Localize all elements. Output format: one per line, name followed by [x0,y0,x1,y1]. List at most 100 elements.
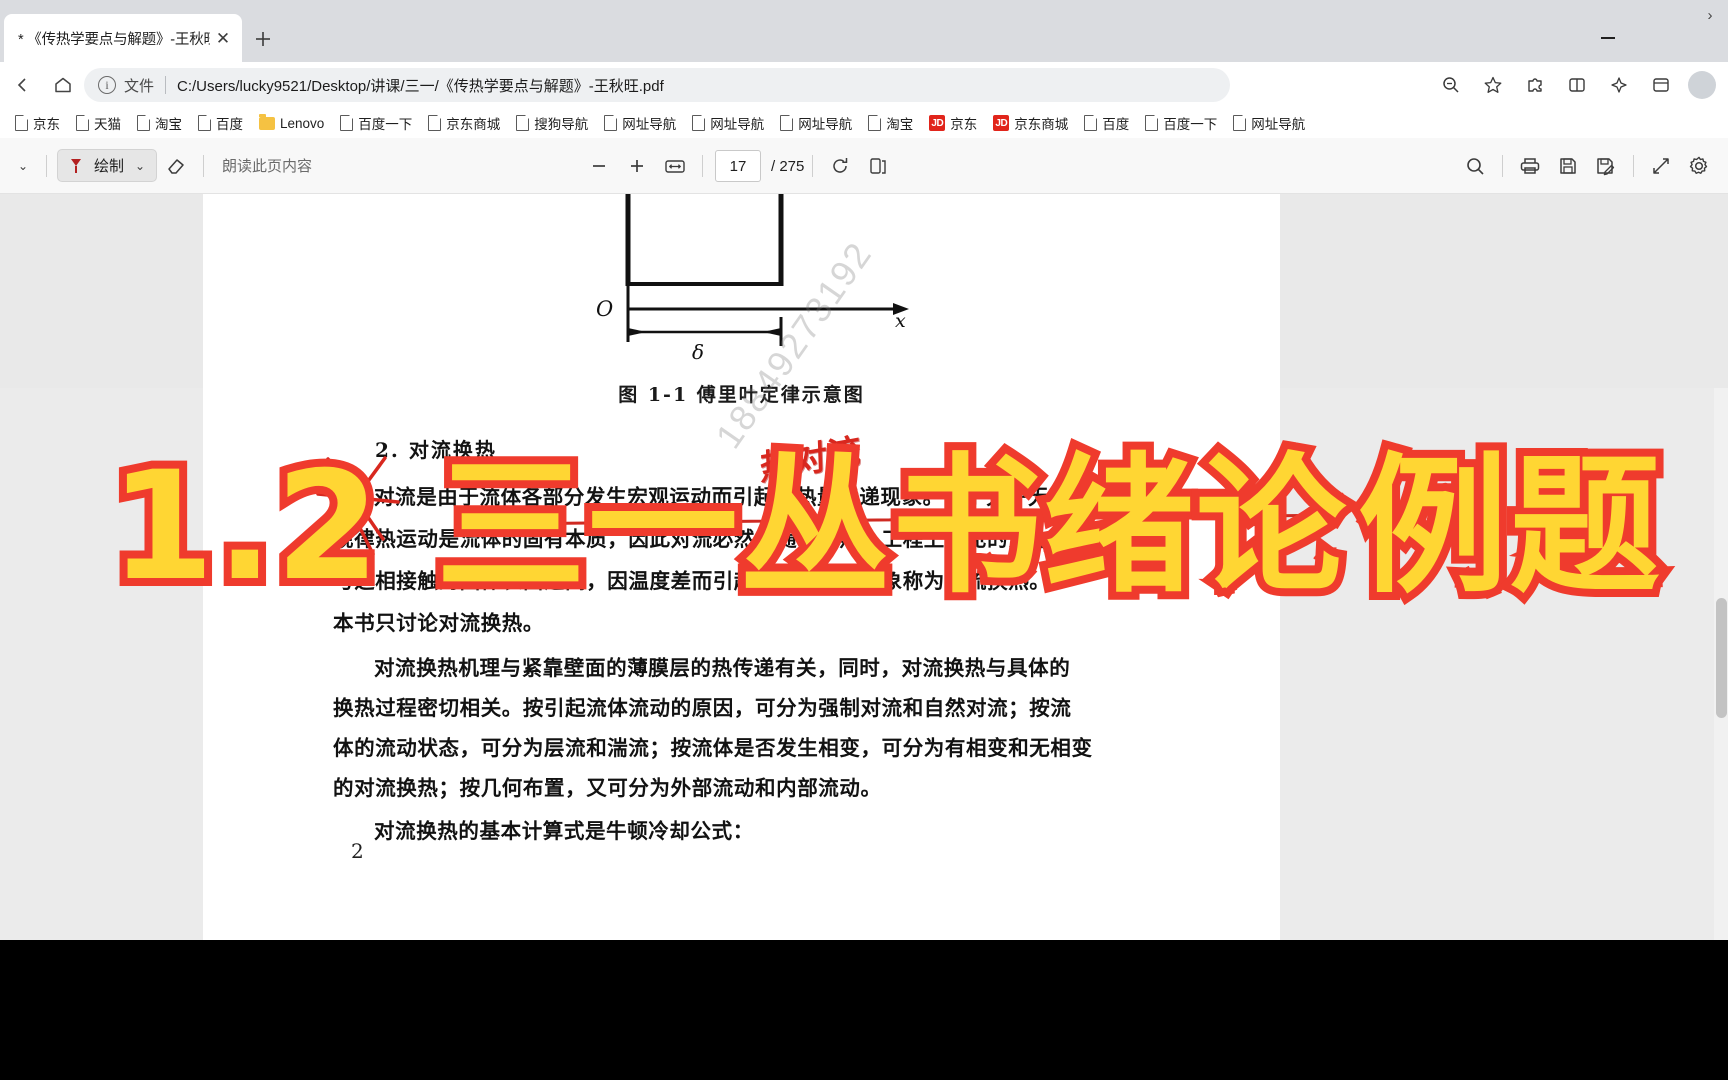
svg-text:O: O [596,297,613,321]
bookmark-label: 京东商城 [446,117,501,132]
collections-icon[interactable] [1598,65,1640,105]
folder-icon [259,113,275,130]
save-icon[interactable] [1549,148,1587,184]
pen-icon [71,158,81,173]
bookmark-label: 网址导航 [622,117,677,132]
bookmark-label: 网址导航 [1251,117,1306,132]
print-icon[interactable] [1511,148,1549,184]
bookmark-label: 网址导航 [710,117,765,132]
bookmark-item[interactable]: 网址导航 [773,111,859,135]
save-as-icon[interactable] [1587,148,1625,184]
split-screen-icon[interactable] [1556,65,1598,105]
read-aloud-button[interactable]: 朗读此页内容 [222,155,312,176]
doc-icon [1145,114,1159,131]
tab-strip: * 《传热学要点与解题》-王秋旺.p ✕ [0,0,1728,62]
scrollbar-thumb[interactable] [1716,598,1727,718]
bookmark-item[interactable]: 网址导航 [597,111,683,135]
bookmark-label: 搜狗导航 [534,117,589,132]
minimize-button[interactable] [1584,14,1632,62]
bookmark-item[interactable]: 京东 [8,111,67,135]
jd-icon: JD [929,115,946,131]
doc-icon [340,114,354,131]
body-paragraph-line: 对流换热的基本计算式是牛顿冷却公式： [374,819,754,843]
bookmark-item[interactable]: 搜狗导航 [509,111,595,135]
bookmark-label: 京东商城 [1014,117,1069,132]
bottom-bar: 2023/ [0,940,1728,1080]
browser-essentials-icon[interactable] [1640,65,1682,105]
toolbar-divider [46,154,47,177]
maximize-button[interactable] [1632,14,1680,62]
address-bar: i 文件 C:/Users/lucky9521/Desktop/讲课/三一/《传… [0,62,1728,108]
document-page-number: 2 [351,839,364,863]
bookmark-item[interactable]: 淘宝 [130,111,189,135]
overlay-title-text: 1.2 三一丛书绪论例题 [102,444,1668,610]
address-input[interactable]: i 文件 C:/Users/lucky9521/Desktop/讲课/三一/《传… [84,68,1230,102]
bookmark-item[interactable]: 京东商城 [421,111,507,135]
bookmark-item[interactable]: 百度 [191,111,250,135]
new-tab-button[interactable] [248,24,278,54]
bookmark-item[interactable]: 天猫 [69,111,128,135]
bookmarks-bar: 京东 天猫 淘宝 百度 Lenovo 百度一下 京东商城 搜狗导航 网址导航 网址导航 网址导航 淘宝… [0,108,1728,138]
doc-icon [780,114,794,131]
bookmark-label: 天猫 [94,117,121,132]
bookmark-item[interactable]: 百度一下 [333,111,419,135]
info-icon[interactable]: i [98,76,116,94]
url-text: C:/Users/lucky9521/Desktop/讲课/三一/《传热学要点与… [177,77,664,95]
back-icon[interactable] [6,68,40,102]
fullscreen-icon[interactable] [1642,148,1680,184]
toolbar-divider-3 [702,155,703,177]
zoom-in-button[interactable] [618,148,656,184]
zoom-icon[interactable] [1430,65,1472,105]
pdf-page-controls: 17 / 275 [580,148,897,184]
toolbar-collapse-chevron-icon[interactable]: ⌄ [8,151,38,181]
svg-text:x: x [895,310,906,332]
browser-tab[interactable]: * 《传热学要点与解题》-王秋旺.p ✕ [4,14,242,62]
draw-label: 绘制 [94,158,125,175]
extensions-puzzle-icon[interactable] [1514,65,1556,105]
bookmark-item[interactable]: 百度 [1077,111,1136,135]
bookmark-label: 京东 [33,117,60,132]
page-layout-icon[interactable] [859,148,897,184]
search-icon[interactable] [1456,148,1494,184]
bookmarks-overflow-button[interactable]: › [1698,3,1722,27]
rotate-icon[interactable] [821,148,859,184]
draw-tool-button[interactable]: 绘制 ⌄ [57,149,158,182]
settings-gear-icon[interactable] [1680,148,1718,184]
jd-icon: JD [993,115,1010,131]
bookmark-label: 百度 [1102,117,1130,132]
bookmark-item[interactable]: 网址导航 [685,111,771,135]
doc-icon [15,114,29,131]
doc-icon [516,114,530,131]
draw-options-chevron-icon[interactable]: ⌄ [132,158,148,174]
bookmark-item[interactable]: 网址导航 [1226,111,1312,135]
page-number-input[interactable]: 17 [715,150,761,182]
doc-icon [137,114,151,131]
zoom-out-button[interactable] [580,148,618,184]
doc-icon [604,114,618,131]
overlay-title-part1: 1.2 三一丛书绪论 [102,440,1354,614]
fourier-law-figure: x O δ [596,194,909,364]
eraser-icon[interactable] [157,148,195,184]
bookmark-item[interactable]: 百度一下 [1138,111,1224,135]
favorite-star-icon[interactable] [1472,65,1514,105]
tab-close-icon[interactable]: ✕ [210,25,236,51]
bookmark-label: 百度 [216,117,243,132]
toolbar-divider-4 [812,155,814,177]
body-paragraph-line: 体的流动状态，可分为层流和湍流；按流体是否发生相变，可分为有相变和无相变 [333,736,1093,760]
pdf-toolbar: ⌄ 绘制 ⌄ 朗读此页内容 17 / 275 [0,138,1728,194]
doc-icon [76,114,90,131]
bookmark-item[interactable]: Lenovo [252,113,331,133]
page-total-label: / 275 [771,157,805,175]
bookmark-item[interactable]: JD 京东商城 [986,111,1075,135]
tab-title: * 《传热学要点与解题》-王秋旺.p [18,31,210,48]
bookmark-item[interactable]: JD 京东 [922,111,984,135]
fit-page-icon[interactable] [656,148,694,184]
toolbar-divider-2 [203,154,205,177]
omnibox-divider [165,76,167,94]
bookmark-label: 淘宝 [155,117,182,132]
home-icon[interactable] [46,68,80,102]
body-paragraph-line: 换热过程密切相关。按引起流体流动的原因，可分为强制对流和自然对流；按流 [333,696,1072,720]
bookmark-item[interactable]: 淘宝 [861,111,920,135]
bookmark-label: 网址导航 [798,117,853,132]
profile-avatar[interactable] [1682,65,1724,105]
